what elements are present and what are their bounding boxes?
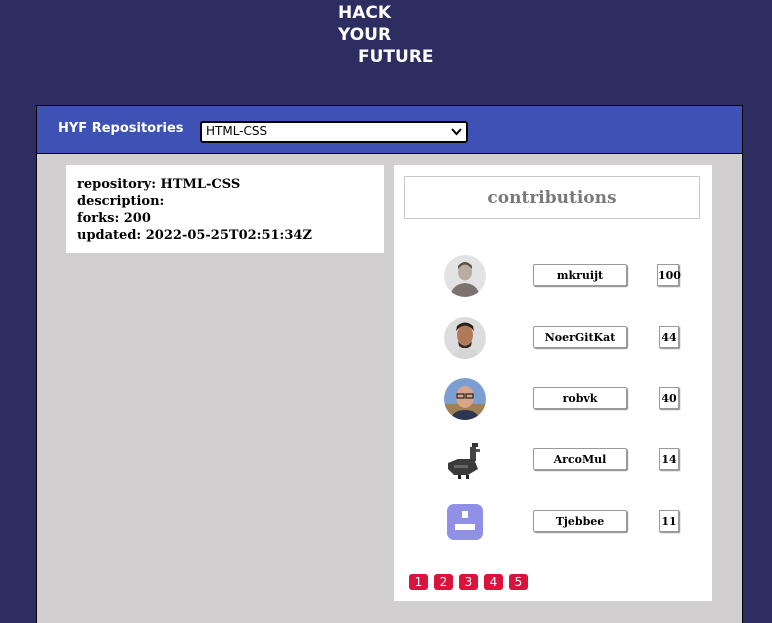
avatar	[444, 378, 486, 420]
page-button-5[interactable]: 5	[509, 574, 528, 590]
contributor-row[interactable]: NoerGitKat 44	[394, 317, 712, 361]
contribution-count: 11	[659, 510, 679, 532]
logo-line-2: YOUR	[338, 24, 434, 46]
repository-updated: updated: 2022-05-25T02:51:34Z	[77, 228, 312, 243]
logo-line-1: HACK	[338, 3, 392, 23]
logo-line-3: FUTURE	[358, 47, 434, 67]
header-bar: HYF Repositories HTML-CSS	[37, 105, 742, 154]
hack-your-future-logo: HACK YOUR FUTURE	[338, 2, 434, 68]
repository-select-value: HTML-CSS	[206, 124, 268, 138]
repository-name: repository: HTML-CSS	[77, 177, 241, 192]
contributor-login[interactable]: Tjebbee	[533, 510, 627, 532]
page-title: HYF Repositories	[58, 121, 184, 136]
page-button-3[interactable]: 3	[459, 574, 478, 590]
contributor-login[interactable]: mkruijt	[533, 264, 627, 286]
contributor-row[interactable]: mkruijt 100	[394, 255, 712, 299]
contribution-count: 100	[657, 264, 681, 286]
contribution-count: 40	[659, 387, 679, 409]
contributions-title: contributions	[404, 176, 700, 219]
avatar	[444, 439, 486, 481]
contributions-card: contributions mkruijt 100 NoerGitKat 44 …	[394, 165, 712, 601]
page-button-1[interactable]: 1	[409, 574, 428, 590]
contributor-login[interactable]: robvk	[533, 387, 627, 409]
avatar	[444, 501, 486, 543]
contributor-row[interactable]: Tjebbee 11	[394, 501, 712, 545]
contribution-count: 44	[659, 326, 679, 348]
avatar	[444, 255, 486, 297]
page-button-4[interactable]: 4	[484, 574, 503, 590]
avatar	[444, 317, 486, 359]
contribution-count: 14	[659, 448, 679, 470]
contributor-login[interactable]: ArcoMul	[533, 448, 627, 470]
main-container: HYF Repositories HTML-CSS repository: HT…	[36, 105, 743, 623]
contributor-row[interactable]: ArcoMul 14	[394, 439, 712, 483]
repository-description: description:	[77, 194, 165, 209]
chevron-down-icon	[451, 123, 462, 144]
logo-line-2b: UR	[364, 25, 392, 45]
logo-line-2a: YO	[338, 25, 365, 45]
page-button-2[interactable]: 2	[434, 574, 453, 590]
repository-select[interactable]: HTML-CSS	[200, 121, 468, 143]
repository-forks: forks: 200	[77, 211, 151, 226]
contributor-login[interactable]: NoerGitKat	[533, 326, 627, 348]
repository-info-card: repository: HTML-CSS description: forks:…	[66, 165, 384, 253]
contributor-row[interactable]: robvk 40	[394, 378, 712, 422]
